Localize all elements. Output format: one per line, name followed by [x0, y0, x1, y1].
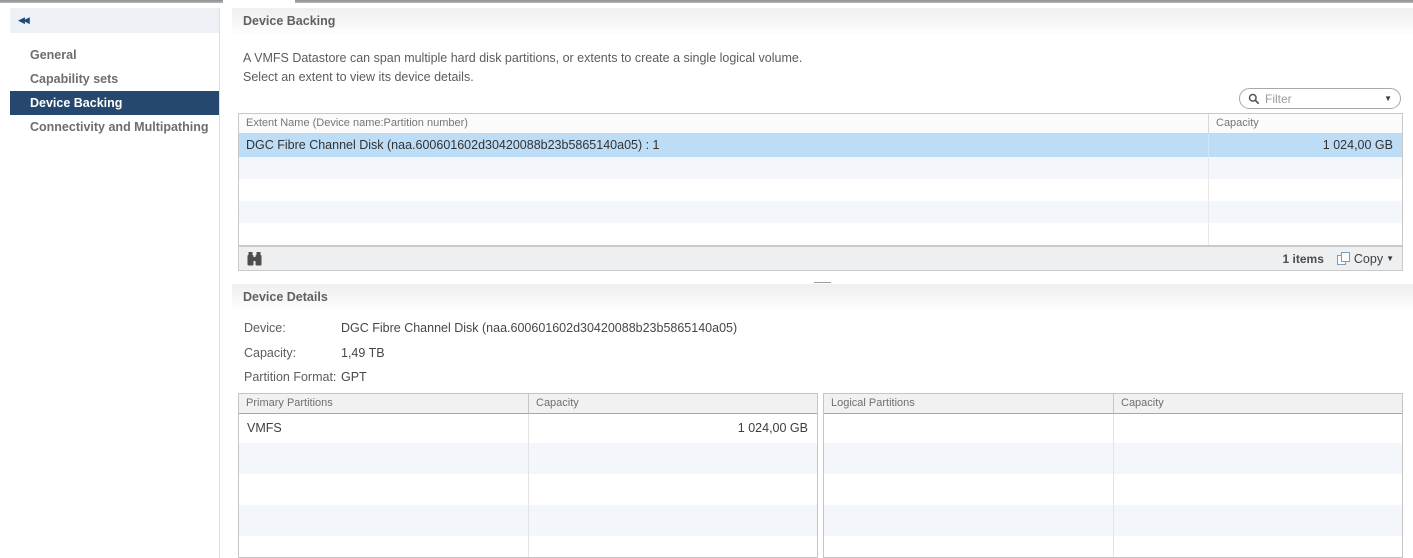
capacity-value: 1,49 TB — [341, 345, 385, 360]
partition-name-cell: VMFS — [247, 421, 282, 435]
chevron-down-icon: ▼ — [1384, 93, 1392, 103]
logical-partitions-table: Logical Partitions Capacity — [823, 393, 1403, 558]
extent-table-footer: 1 items Copy ▼ — [238, 246, 1403, 271]
empty-row — [824, 443, 1402, 474]
extent-capacity-cell: 1 024,00 GB — [1208, 134, 1402, 157]
chevron-down-icon: ▼ — [1386, 253, 1394, 263]
sidebar-item-label: Device Backing — [30, 96, 123, 110]
extent-row-selected[interactable]: DGC Fibre Channel Disk (naa.600601602d30… — [239, 134, 1402, 157]
empty-row — [239, 474, 817, 505]
search-icon — [1248, 93, 1260, 104]
capacity-column-header[interactable]: Capacity — [528, 394, 817, 413]
description-line-1: A VMFS Datastore can span multiple hard … — [243, 51, 803, 65]
sidebar-item-label: Connectivity and Multipathing — [30, 120, 209, 134]
logical-partitions-header: Logical Partitions Capacity — [824, 394, 1402, 414]
footer-right-group: 1 items Copy ▼ — [1283, 251, 1394, 266]
items-count: 1 items — [1282, 251, 1324, 266]
find-button[interactable] — [247, 251, 262, 266]
extent-table: Extent Name (Device name:Partition numbe… — [238, 113, 1403, 246]
device-field-row: Device: DGC Fibre Channel Disk (naa.6006… — [244, 316, 737, 341]
settings-sidebar: ◀◀ General Capability sets Device Backin… — [10, 8, 220, 558]
capacity-label: Capacity: — [244, 345, 297, 360]
empty-row — [239, 179, 1402, 201]
sidebar-item-device-backing[interactable]: Device Backing — [10, 91, 219, 115]
copy-icon — [1336, 252, 1350, 265]
extent-name-cell: DGC Fibre Channel Disk (naa.600601602d30… — [246, 138, 660, 152]
empty-row — [239, 505, 817, 536]
sidebar-item-connectivity-multipathing[interactable]: Connectivity and Multipathing — [10, 115, 219, 139]
description-line-2: Select an extent to view its device deta… — [243, 70, 474, 84]
main-content: Device Backing A VMFS Datastore can span… — [232, 8, 1413, 558]
logical-partitions-column-header[interactable]: Logical Partitions — [824, 394, 1113, 413]
filter-input[interactable] — [1260, 90, 1385, 107]
partition-format-value: GPT — [341, 370, 367, 385]
capacity-field-row: Capacity: 1,49 TB — [244, 341, 737, 366]
filter-dropdown-button[interactable]: ▼ — [1384, 93, 1392, 103]
copy-button-label: Copy — [1353, 251, 1384, 266]
primary-partition-row[interactable]: VMFS 1 024,00 GB — [239, 414, 817, 443]
device-label: Device: — [244, 321, 286, 336]
partition-format-label: Partition Format: — [244, 370, 337, 385]
primary-partitions-column-header[interactable]: Primary Partitions — [239, 394, 528, 413]
chevrons-left-icon: ◀◀ — [18, 15, 30, 25]
capacity-column-header[interactable]: Capacity — [1113, 394, 1402, 413]
partition-format-field-row: Partition Format: GPT — [244, 365, 737, 390]
sidebar-item-label: General — [30, 48, 77, 62]
active-tab-gap — [223, 0, 295, 3]
empty-row — [824, 536, 1402, 557]
collapse-sidebar-button[interactable]: ◀◀ — [18, 15, 30, 25]
empty-row — [239, 201, 1402, 223]
sidebar-nav: General Capability sets Device Backing C… — [10, 43, 219, 139]
device-details-title: Device Details — [232, 284, 1413, 310]
filter-box: ▼ — [1239, 88, 1401, 109]
tab-strip-border — [0, 0, 1413, 3]
sidebar-item-label: Capability sets — [30, 72, 119, 86]
empty-row — [239, 443, 817, 474]
partition-capacity-cell: 1 024,00 GB — [528, 414, 817, 443]
page-title: Device Backing — [232, 8, 1413, 34]
extent-name-column-header[interactable]: Extent Name (Device name:Partition numbe… — [239, 114, 1208, 133]
extent-table-header: Extent Name (Device name:Partition numbe… — [239, 114, 1402, 134]
capacity-column-header[interactable]: Capacity — [1208, 114, 1402, 133]
primary-partitions-table: Primary Partitions Capacity VMFS 1 024,0… — [238, 393, 818, 558]
empty-row — [239, 157, 1402, 179]
empty-row — [824, 505, 1402, 536]
empty-row — [824, 414, 1402, 443]
empty-row — [239, 536, 817, 557]
binoculars-icon — [247, 251, 262, 265]
device-backing-description: A VMFS Datastore can span multiple hard … — [243, 49, 802, 87]
sidebar-item-capability-sets[interactable]: Capability sets — [10, 67, 219, 91]
empty-row — [239, 223, 1402, 245]
device-details-fields: Device: DGC Fibre Channel Disk (naa.6006… — [244, 316, 737, 390]
copy-button[interactable]: Copy ▼ — [1336, 251, 1394, 266]
sidebar-header: ◀◀ — [10, 8, 219, 33]
primary-partitions-header: Primary Partitions Capacity — [239, 394, 817, 414]
sidebar-item-general[interactable]: General — [10, 43, 219, 67]
app-root: ◀◀ General Capability sets Device Backin… — [0, 0, 1413, 558]
empty-row — [824, 474, 1402, 505]
device-value: DGC Fibre Channel Disk (naa.600601602d30… — [341, 321, 738, 336]
